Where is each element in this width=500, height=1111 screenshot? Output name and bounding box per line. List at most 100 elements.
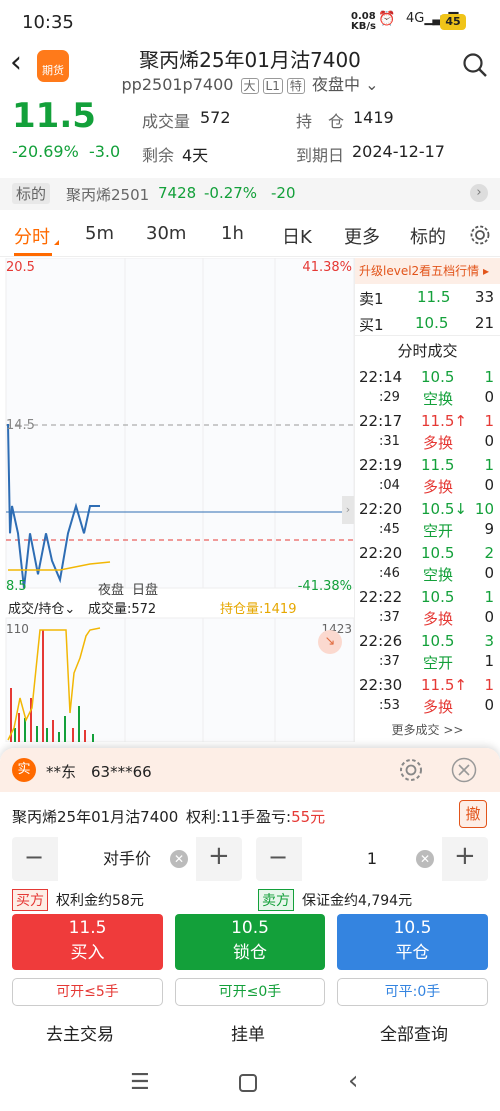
tick-row: 22:20 10.5 2 :46 空换 0 [359, 544, 494, 584]
buyer-premium: 权利金约58元 [56, 893, 144, 909]
volume-bar [46, 728, 48, 742]
chevron-down-icon: ⌄ [365, 75, 379, 94]
order-book: 升级level2看五档行情 ▸ 卖1 11.5 33 买1 10.5 21 分时… [354, 258, 500, 742]
tick-row: 22:14 10.5 1 :29 空换 0 [359, 368, 494, 408]
buy-button[interactable]: 11.5 买入 [12, 914, 163, 970]
volume-bar [58, 732, 60, 742]
remain-label: 剩余 [142, 146, 175, 165]
tab-more[interactable]: 更多 [344, 223, 380, 249]
volume-bar [14, 728, 16, 742]
tab-daily[interactable]: 日K [282, 223, 312, 249]
volume-bar [42, 630, 44, 742]
session-status: 夜盘中 [311, 75, 360, 94]
price-stepper: − 对手价 ✕ + [12, 837, 242, 881]
minus-icon[interactable]: − [268, 843, 288, 871]
ask-price: 11.5 [417, 288, 451, 306]
sub-hold-label: 持仓量:1419 [220, 602, 297, 617]
gear-icon[interactable] [469, 224, 491, 246]
buyer-tag: 买方 [12, 889, 48, 911]
underlying-price: 7428 [158, 184, 197, 202]
back-nav-icon[interactable]: ‹ [348, 1066, 358, 1096]
underlying-pct: -0.27% [204, 184, 258, 202]
underlying-change: -20 [271, 184, 296, 202]
minus-icon[interactable]: − [24, 843, 44, 871]
net-speed: 0.08 KB/s [351, 11, 376, 32]
plus-icon[interactable]: + [208, 841, 230, 871]
bid-qty: 21 [474, 314, 494, 332]
pnl: 盈亏:55元 [256, 808, 326, 826]
close-position-button[interactable]: 10.5 平仓 [337, 914, 488, 970]
buy-limit: 可开≤5手 [12, 978, 163, 1006]
tick-row: 22:30 11.5↑ 1 :53 多换 0 [359, 676, 494, 716]
quote-panel: 11.5 -20.69% -3.0 成交量 572 剩余 4天 持 仓 1419… [0, 96, 500, 174]
ticks-list: 22:14 10.5 1 :29 空换 0 22:17 11.5↑ 1 :31 多… [355, 366, 500, 718]
close-limit: 可平:0手 [337, 978, 488, 1006]
remain-value: 4天 [182, 146, 209, 165]
pending-orders-link[interactable]: 挂单 [231, 1020, 265, 1045]
battery-icon: 45 [440, 14, 466, 30]
plus-icon[interactable]: + [454, 841, 476, 871]
lock-limit: 可开≤0手 [175, 978, 325, 1006]
last-price: 11.5 [12, 96, 96, 136]
underlying-bar[interactable]: 标的 聚丙烯2501 7428 -0.27% -20 › [0, 178, 500, 210]
volume-bar [72, 728, 74, 742]
volume-bar [18, 713, 20, 742]
ask-qty: 33 [474, 288, 494, 306]
tag-special: 特 [286, 77, 305, 94]
pct-max-label: 41.38% [302, 260, 352, 275]
sub-volume-label: 成交量:572 [88, 602, 157, 617]
real-account-badge: 实 [12, 758, 36, 782]
trade-panel: 实 **东 63***66 聚丙烯25年01月沽7400 权利:11手 盈亏:5… [0, 748, 500, 1111]
clear-icon[interactable]: ✕ [170, 850, 188, 868]
home-icon[interactable] [239, 1074, 257, 1092]
search-icon[interactable] [462, 52, 488, 78]
trade-contract: 聚丙烯25年01月沽7400 [12, 808, 179, 826]
clear-icon[interactable]: ✕ [416, 850, 434, 868]
chart-canvas [5, 258, 354, 742]
hold-value: 1419 [353, 108, 394, 127]
close-icon[interactable] [451, 757, 477, 783]
sub-y-max: 110 [6, 622, 29, 636]
intraday-chart[interactable]: 20.5 41.38% 14.5 8.5 -41.38% 夜盘 日盘 › 成交/… [0, 258, 354, 742]
y-mid-label: 14.5 [6, 418, 35, 433]
tab-corner-icon [54, 240, 59, 245]
cancel-order-button[interactable]: 撤 [459, 800, 487, 828]
pct-min-label: -41.38% [297, 579, 352, 594]
volume-bar [84, 730, 86, 742]
menu-icon[interactable]: ☰ [130, 1070, 150, 1095]
seller-tag: 卖方 [258, 889, 294, 911]
expand-handle[interactable]: › [342, 496, 354, 524]
tab-underlying[interactable]: 标的 [410, 223, 446, 249]
tab-30m[interactable]: 30m [146, 223, 186, 244]
alarm-icon: ⏰ [378, 11, 396, 27]
y-min-label: 8.5 [6, 579, 27, 594]
sub-chart-header: 成交/持仓⌄ 成交量:572 持仓量:1419 [0, 596, 354, 618]
status-bar: 10:35 0.08KB/s ⏰ 4G▁▃▅▇ 45 [0, 0, 500, 44]
seller-margin: 保证金约4,794元 [302, 893, 413, 909]
tab-1h[interactable]: 1h [221, 223, 244, 244]
tag-l1: L1 [262, 77, 283, 94]
level2-promo[interactable]: 升级level2看五档行情 ▸ [355, 258, 500, 284]
period-tabs: 分时 5m 30m 1h 日K 更多 标的 [0, 213, 500, 257]
query-all-link[interactable]: 全部查询 [380, 1020, 448, 1045]
tab-intraday[interactable]: 分时 [14, 223, 50, 249]
bid-row: 买1 10.5 21 [355, 310, 500, 336]
tab-underline [14, 253, 52, 256]
nav-bar: ☰ ‹ [0, 1058, 500, 1111]
sub-indicator-select[interactable]: 成交/持仓⌄ [8, 598, 75, 617]
lock-button[interactable]: 10.5 锁仓 [175, 914, 325, 970]
page-title: 聚丙烯25年01月沽7400 [139, 48, 361, 72]
settings-icon[interactable] [398, 757, 424, 783]
main-trade-link[interactable]: 去主交易 [46, 1020, 114, 1045]
y-max-label: 20.5 [6, 260, 35, 275]
volume-bar [52, 720, 54, 742]
shrink-icon[interactable]: ↘ [318, 630, 342, 654]
volume-bar [64, 716, 66, 742]
tag-big: 大 [240, 77, 259, 94]
tab-5m[interactable]: 5m [85, 223, 114, 244]
header: ‹ 期货 聚丙烯25年01月沽7400 pp2501p7400 大 L1 特 夜盘中… [0, 44, 500, 94]
tick-row: 22:26 10.5 3 :37 空开 1 [359, 632, 494, 672]
tick-row: 22:17 11.5↑ 1 :31 多换 0 [359, 412, 494, 452]
more-ticks-link[interactable]: 更多成交 >> [355, 718, 500, 742]
volume-value: 572 [200, 108, 231, 127]
